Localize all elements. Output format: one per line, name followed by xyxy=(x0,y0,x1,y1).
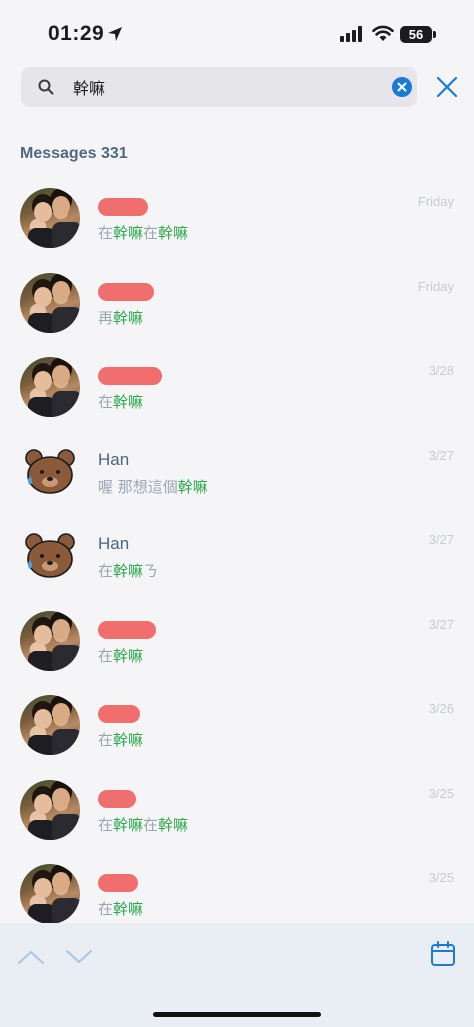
message-snippet: 在幹嘛在幹嘛 xyxy=(98,814,188,835)
message-date: Friday xyxy=(417,194,454,209)
close-icon[interactable] xyxy=(437,77,457,97)
snippet-text: 喔 那想這個 xyxy=(98,478,178,496)
message-date: 3/27 xyxy=(428,617,454,632)
redacted-name xyxy=(98,198,148,216)
message-row[interactable]: 在幹嘛在幹嘛 Friday xyxy=(0,176,474,260)
contact-name: Han xyxy=(98,534,130,553)
message-row[interactable]: 在幹嘛 3/26 xyxy=(0,683,474,767)
search-match: 幹嘛 xyxy=(113,816,144,834)
message-date: 3/27 xyxy=(428,532,454,547)
avatar xyxy=(20,611,80,671)
search-match: 幹嘛 xyxy=(113,731,144,749)
message-snippet: 在幹嘛 xyxy=(98,645,143,666)
redacted-name xyxy=(98,367,162,385)
snippet-text: 在 xyxy=(98,562,114,580)
avatar xyxy=(20,864,80,924)
message-row[interactable]: 再幹嘛 Friday xyxy=(0,261,474,345)
message-snippet: 在幹嘛 xyxy=(98,391,143,412)
message-snippet: 在幹嘛在幹嘛 xyxy=(98,222,188,243)
avatar xyxy=(20,526,80,586)
message-snippet: 在幹嘛ㄋ xyxy=(98,560,158,581)
chevron-down-icon[interactable] xyxy=(66,949,92,965)
snippet-text: 在 xyxy=(98,731,114,749)
search-match: 幹嘛 xyxy=(158,224,189,242)
clear-search-button[interactable] xyxy=(392,77,412,97)
search-match: 幹嘛 xyxy=(113,647,144,665)
snippet-text: ㄋ xyxy=(143,562,159,580)
status-time: 01:29 xyxy=(48,22,105,45)
message-date: Friday xyxy=(417,279,454,294)
calendar-icon[interactable] xyxy=(430,941,456,967)
message-date: 3/25 xyxy=(428,786,454,801)
search-match: 幹嘛 xyxy=(113,393,144,411)
avatar xyxy=(20,188,80,248)
snippet-text: 在 xyxy=(98,647,114,665)
search-match: 幹嘛 xyxy=(177,478,208,496)
message-row[interactable]: 在幹嘛 3/28 xyxy=(0,345,474,429)
redacted-name xyxy=(98,283,154,301)
bear-icon xyxy=(25,533,75,578)
status-bar: 01:29 56 xyxy=(0,0,474,62)
wifi-icon xyxy=(372,25,394,41)
avatar xyxy=(20,780,80,840)
snippet-text: 在 xyxy=(98,393,114,411)
cellular-signal-icon xyxy=(340,26,362,42)
search-match: 幹嘛 xyxy=(113,562,144,580)
snippet-text: 在 xyxy=(98,816,114,834)
message-date: 3/28 xyxy=(428,363,454,378)
redacted-name xyxy=(98,874,138,892)
message-row[interactable]: Han 在幹嘛ㄋ 3/27 xyxy=(0,514,474,598)
redacted-name xyxy=(98,621,156,639)
redacted-name xyxy=(98,790,136,808)
search-match: 幹嘛 xyxy=(113,224,144,242)
message-row[interactable]: 在幹嘛 3/27 xyxy=(0,599,474,683)
message-row[interactable]: 在幹嘛在幹嘛 3/25 xyxy=(0,768,474,852)
location-arrow-icon xyxy=(108,27,122,41)
snippet-text: 在 xyxy=(98,224,114,242)
message-snippet: 在幹嘛 xyxy=(98,898,143,919)
message-snippet: 喔 那想這個幹嘛 xyxy=(98,476,208,497)
search-match: 幹嘛 xyxy=(113,309,144,327)
message-row[interactable]: Han 喔 那想這個幹嘛 3/27 xyxy=(0,430,474,514)
search-match: 幹嘛 xyxy=(113,900,144,918)
bear-icon xyxy=(25,449,75,494)
redacted-name xyxy=(98,705,140,723)
bottom-toolbar xyxy=(0,923,474,1027)
message-date: 3/26 xyxy=(428,701,454,716)
avatar xyxy=(20,273,80,333)
message-date: 3/25 xyxy=(428,870,454,885)
chevron-up-icon[interactable] xyxy=(18,949,44,965)
search-icon xyxy=(38,79,54,95)
section-title: Messages 331 xyxy=(20,145,128,162)
search-match: 幹嘛 xyxy=(158,816,189,834)
clear-icon xyxy=(397,82,407,92)
snippet-text: 在 xyxy=(143,224,159,242)
snippet-text: 在 xyxy=(98,900,114,918)
snippet-text: 再 xyxy=(98,309,114,327)
message-snippet: 在幹嘛 xyxy=(98,729,143,750)
avatar xyxy=(20,442,80,502)
contact-name: Han xyxy=(98,450,130,469)
avatar xyxy=(20,357,80,417)
snippet-text: 在 xyxy=(143,816,159,834)
battery-nub xyxy=(433,31,436,38)
search-input[interactable] xyxy=(73,75,393,99)
search-bar[interactable] xyxy=(21,67,417,107)
message-date: 3/27 xyxy=(428,448,454,463)
home-indicator xyxy=(153,1012,321,1017)
message-snippet: 再幹嘛 xyxy=(98,307,143,328)
avatar xyxy=(20,695,80,755)
battery-indicator: 56 xyxy=(400,26,432,43)
